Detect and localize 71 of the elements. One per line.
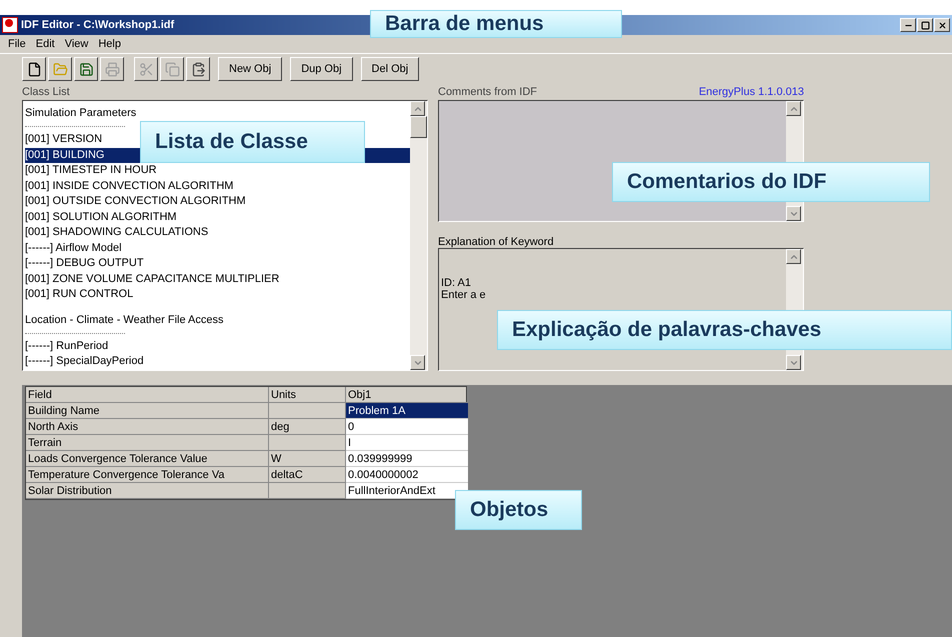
toolbar-button[interactable]: Dup Obj — [290, 57, 353, 81]
field-cell: Terrain — [26, 435, 269, 451]
minimize-button[interactable] — [900, 18, 916, 32]
category-header: Location - Climate - Weather File Access — [25, 312, 224, 328]
maximize-icon — [920, 20, 930, 30]
value-cell[interactable]: 0 — [346, 419, 468, 435]
version-label: EnergyPlus 1.1.0.013 — [698, 85, 804, 100]
close-icon — [938, 20, 946, 30]
scroll-up-button[interactable] — [786, 249, 801, 264]
close-button[interactable] — [934, 18, 950, 32]
scissors-icon — [138, 62, 154, 76]
toolbar-button[interactable]: New Obj — [218, 57, 282, 81]
class-item[interactable]: [001] SHADOWING CALCULATIONS — [25, 225, 410, 240]
paste-icon — [190, 62, 206, 76]
class-item[interactable]: [001] SOLUTION ALGORITHM — [25, 210, 410, 225]
class-list-label: Class List — [22, 85, 71, 100]
field-cell: Temperature Convergence Tolerance Va — [26, 467, 269, 483]
copy-icon — [164, 62, 180, 76]
scrollbar[interactable] — [410, 101, 427, 370]
explanation-label: Explanation of Keyword — [438, 235, 555, 248]
comments-label: Comments from IDF — [438, 85, 538, 100]
annotation-tooltip: Comentarios do IDF — [612, 162, 930, 202]
value-cell[interactable]: 0.039999999 — [346, 451, 468, 467]
save-icon — [78, 62, 94, 76]
scroll-thumb[interactable] — [410, 116, 427, 138]
scroll-down-button[interactable] — [410, 355, 425, 370]
app-icon — [2, 17, 18, 33]
menu-item[interactable]: View — [64, 36, 88, 52]
printer-icon — [104, 62, 120, 76]
column-header: Field — [26, 387, 269, 403]
window-title: IDF Editor - C:\Workshop1.idf — [21, 18, 174, 33]
toolbar-button[interactable]: Del Obj — [360, 57, 420, 81]
column-header: Units — [269, 387, 346, 403]
annotation-tooltip: Barra de menus — [370, 10, 622, 38]
explanation-text: ID: A1 — [441, 277, 472, 289]
scroll-up-button[interactable] — [786, 101, 801, 116]
class-item[interactable]: [001] ZONE VOLUME CAPACITANCE MULTIPLIER — [25, 272, 410, 287]
scroll-down-button[interactable] — [786, 355, 801, 370]
class-item[interactable]: [001] TIMESTEP IN HOUR — [25, 163, 410, 178]
menu-item[interactable]: File — [8, 36, 26, 52]
paste-button[interactable] — [186, 57, 210, 81]
annotation-tooltip: Explicação de palavras-chaves — [497, 310, 952, 350]
scroll-down-button[interactable] — [786, 206, 801, 221]
field-cell: Building Name — [26, 403, 269, 419]
field-cell: Loads Convergence Tolerance Value — [26, 451, 269, 467]
category-header: Simulation Parameters — [25, 106, 138, 121]
menu-item[interactable]: Help — [98, 36, 121, 52]
folder-button[interactable] — [48, 57, 72, 81]
explanation-text: Enter a e — [441, 289, 487, 301]
value-cell[interactable]: FullInteriorAndExt — [346, 483, 468, 499]
file-icon — [26, 62, 42, 76]
value-cell[interactable]: Problem 1A — [346, 403, 468, 419]
field-cell: Solar Distribution — [26, 483, 269, 499]
class-item[interactable]: [001] OUTSIDE CONVECTION ALGORITHM — [25, 194, 410, 210]
scroll-up-button[interactable] — [410, 101, 425, 116]
class-item[interactable]: [------] RunPeriod — [25, 338, 410, 354]
class-item[interactable]: [------] DEBUG OUTPUT — [25, 256, 410, 272]
annotation-tooltip: Lista de Classe — [140, 121, 365, 163]
save-button[interactable] — [74, 57, 98, 81]
folder-icon — [52, 62, 68, 76]
field-cell: North Axis — [26, 419, 269, 435]
menu-item[interactable]: Edit — [36, 36, 55, 52]
class-item[interactable]: [------] Airflow Model — [25, 240, 410, 256]
maximize-button[interactable] — [917, 18, 933, 32]
class-item[interactable]: [001] INSIDE CONVECTION ALGORITHM — [25, 178, 410, 194]
file-button[interactable] — [22, 57, 46, 81]
class-item[interactable]: [------] SpecialDayPeriod — [25, 354, 410, 370]
class-item[interactable]: [001] RUN CONTROL — [25, 287, 410, 302]
value-cell[interactable]: 0.0040000002 — [346, 467, 468, 483]
annotation-tooltip: Objetos — [455, 490, 582, 530]
value-cell[interactable]: I — [346, 435, 468, 451]
